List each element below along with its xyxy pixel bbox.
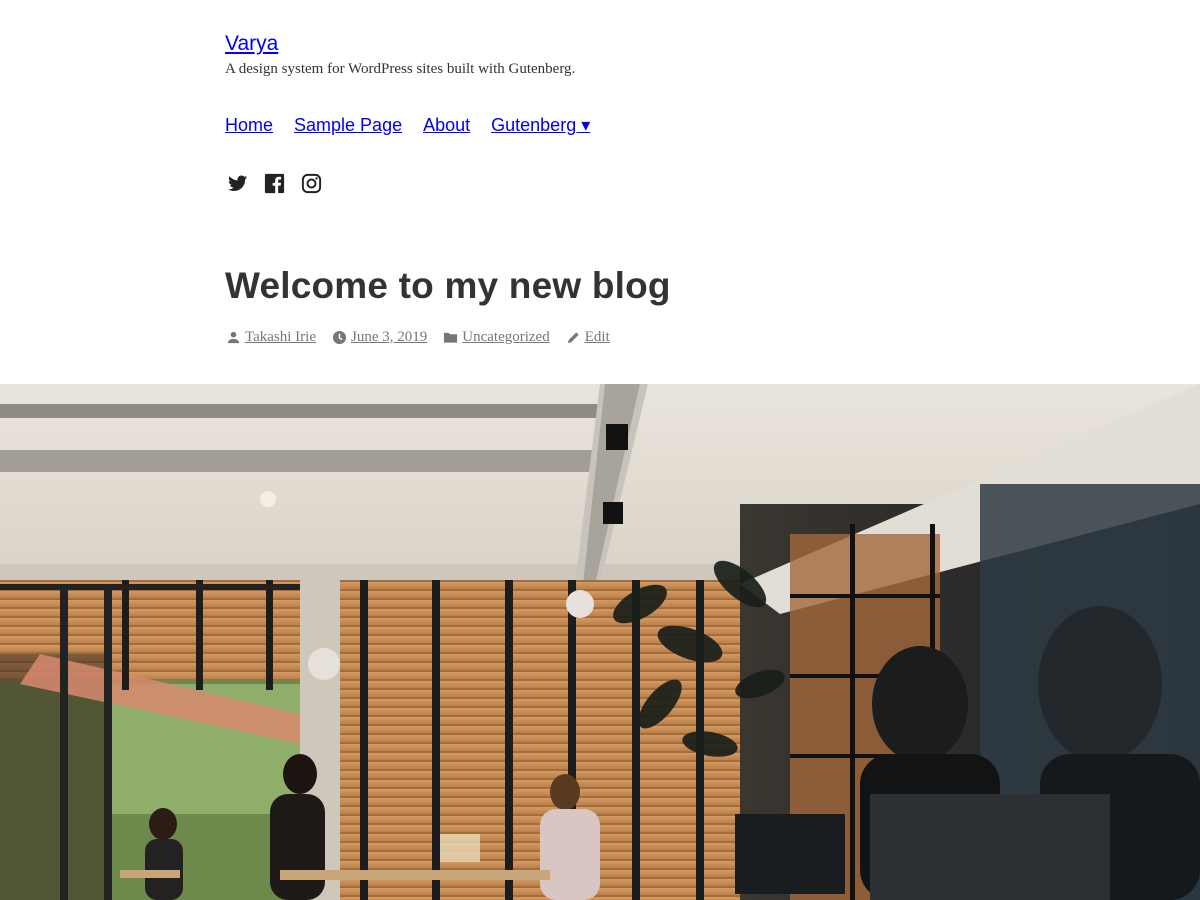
- site-header: Varya A design system for WordPress site…: [225, 30, 1200, 78]
- site-title-link[interactable]: Varya: [225, 30, 278, 58]
- post-category-link[interactable]: Uncategorized: [462, 329, 549, 346]
- post-edit: Edit: [566, 329, 610, 346]
- main-navigation: Home Sample Page About Gutenberg ▾: [225, 112, 590, 138]
- post-author-link[interactable]: Takashi Irie: [245, 329, 316, 346]
- nav-item-about[interactable]: About: [423, 112, 470, 138]
- post-category: Uncategorized: [443, 329, 550, 346]
- cafe-photo: [0, 384, 1200, 900]
- nav-item-gutenberg[interactable]: Gutenberg ▾: [491, 112, 590, 138]
- post-author: Takashi Irie: [226, 329, 316, 346]
- featured-image: [0, 384, 1200, 900]
- post-date-link[interactable]: June 3, 2019: [351, 329, 427, 346]
- instagram-icon[interactable]: [300, 172, 323, 195]
- post-meta: Takashi Irie June 3, 2019 Uncategorized …: [226, 329, 626, 346]
- post-edit-link[interactable]: Edit: [585, 329, 610, 346]
- facebook-icon[interactable]: [263, 172, 286, 195]
- nav-item-home[interactable]: Home: [225, 112, 273, 138]
- pencil-icon: [566, 330, 581, 345]
- post-date: June 3, 2019: [332, 329, 427, 346]
- site-description: A design system for WordPress sites buil…: [225, 61, 576, 77]
- folder-icon: [443, 330, 458, 345]
- person-icon: [226, 330, 241, 345]
- nav-item-sample-page[interactable]: Sample Page: [294, 112, 402, 138]
- twitter-icon[interactable]: [226, 172, 249, 195]
- social-links: [226, 172, 323, 195]
- clock-icon: [332, 330, 347, 345]
- post-title: Welcome to my new blog: [225, 265, 671, 306]
